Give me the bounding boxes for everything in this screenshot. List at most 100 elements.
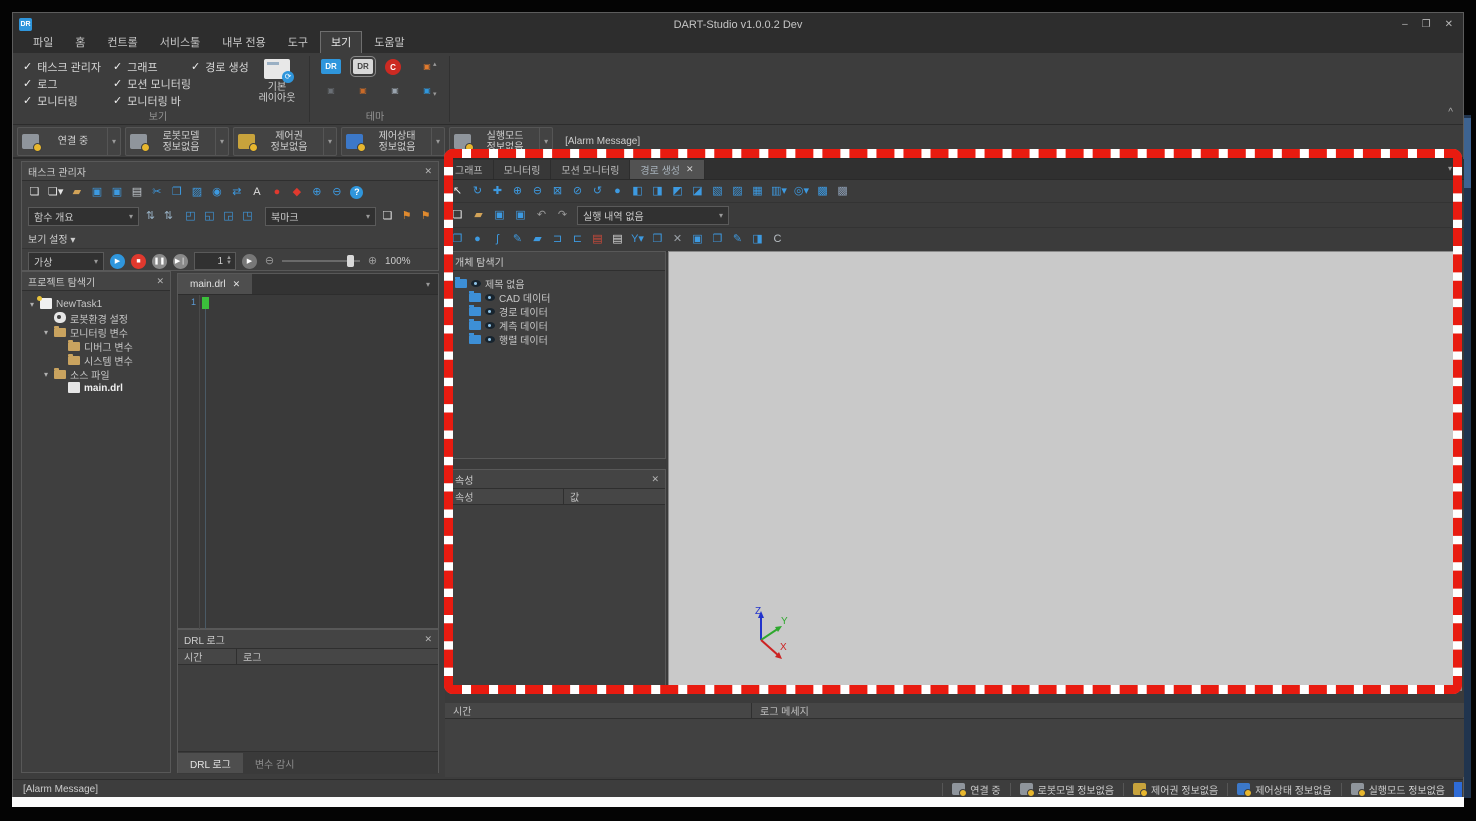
arrange-icon[interactable]: ◨ — [751, 234, 764, 245]
redo-icon[interactable]: ↷ — [556, 209, 569, 221]
default-layout-button[interactable]: 기본 레이아웃 — [251, 59, 303, 104]
view-bottom-icon[interactable]: ▨ — [731, 185, 744, 197]
menu-item[interactable]: 홈 — [65, 32, 95, 53]
status-bar-item[interactable]: 제어상태 정보없음 — [1227, 782, 1340, 797]
chevron-down-icon[interactable]: ▾ — [215, 128, 224, 155]
theme-dr-blue-icon[interactable]: DR — [321, 59, 341, 74]
view-iso-icon[interactable]: ▦ — [751, 185, 764, 197]
render-wire-icon[interactable]: ▩ — [836, 185, 849, 197]
menu-item[interactable]: 보기 — [320, 31, 363, 53]
camera-menu-icon[interactable]: ◎▾ — [794, 185, 809, 197]
viewport-3d[interactable]: Z Y X — [668, 251, 1462, 691]
save-as-icon[interactable]: ▣ — [110, 186, 123, 198]
sphere-icon[interactable]: ● — [611, 185, 624, 197]
close-icon[interactable]: ✕ — [651, 474, 659, 485]
menu-item[interactable]: 도움말 — [364, 32, 414, 53]
edge-scrollbar[interactable] — [1464, 115, 1471, 798]
pause-button[interactable]: ❚❚ — [152, 253, 167, 269]
status-bar-item[interactable]: 제어권 정보없음 — [1123, 782, 1227, 797]
bookmark-next-icon[interactable]: ⚑ — [400, 210, 413, 222]
project-tree-item[interactable]: ▾ NewTask1 — [24, 295, 168, 311]
edge-scrollbar-thumb[interactable] — [1464, 118, 1471, 188]
view-menu-icon[interactable]: ▥▾ — [771, 185, 787, 197]
chevron-down-icon[interactable]: ▾ — [323, 128, 332, 155]
robot-model-status-button[interactable]: 로봇모델 정보없음 ▾ — [125, 127, 230, 156]
panel-tab[interactable]: 그래프✕ — [445, 160, 494, 179]
object-tree-item[interactable]: 행렬 데이터 — [451, 332, 663, 347]
play-button[interactable]: ▶ — [110, 253, 125, 269]
add-breakpoint-icon[interactable]: ◰ — [184, 210, 197, 222]
view-checkbox[interactable]: ✓ 모니터링 바 — [113, 92, 191, 109]
panel-tab[interactable]: 경로 생성 ✕ — [630, 160, 705, 179]
value-column-header[interactable]: 값 — [564, 489, 579, 504]
undo-icon[interactable]: ↶ — [535, 209, 548, 221]
project-tree-item[interactable]: 로봇환경 설정 — [24, 311, 168, 326]
object-tree-item[interactable]: 제목 없음 — [451, 276, 663, 291]
add-watch-icon[interactable]: ◱ — [203, 210, 216, 222]
theme-scroll-down-icon[interactable]: ▾ — [433, 91, 437, 99]
theme-red-circle-icon[interactable]: C — [385, 59, 401, 75]
property-column-header[interactable]: 속성 — [449, 489, 564, 504]
paste-icon[interactable]: ▨ — [190, 186, 203, 198]
restore-button[interactable]: ❐ — [1422, 19, 1431, 30]
panel-tab[interactable]: 모니터링✕ — [493, 160, 552, 179]
open-folder-icon[interactable]: ▰ — [70, 186, 83, 198]
copy-icon[interactable]: ❐ — [170, 186, 183, 198]
point-icon[interactable]: ● — [471, 234, 484, 245]
view-checkbox[interactable]: ✓ 경로 생성 — [191, 58, 249, 75]
print-icon[interactable]: ▤ — [130, 186, 143, 198]
delete-icon[interactable]: ✕ — [671, 234, 684, 245]
project-tree-item[interactable]: ▾ 소스 파일 — [24, 367, 168, 382]
render-solid-icon[interactable]: ▩ — [816, 185, 829, 197]
select-cursor-icon[interactable]: ↖ — [451, 185, 464, 197]
font-icon[interactable]: A — [250, 186, 263, 198]
add-system-var-icon[interactable]: ◳ — [241, 210, 254, 222]
pen-icon[interactable]: ✎ — [511, 234, 524, 245]
run-mode-status-button[interactable]: 실행모드 정보없음 ▾ — [449, 127, 554, 156]
hide-object-icon[interactable]: ⊘ — [571, 185, 584, 197]
red-doc-icon[interactable]: ▤ — [591, 234, 604, 245]
save-icon[interactable]: ▣ — [90, 186, 103, 198]
project-tree-item[interactable]: main.drl — [24, 381, 168, 395]
control-state-status-button[interactable]: 제어상태 정보없음 ▾ — [341, 127, 446, 156]
comment-add-icon[interactable]: ⊕ — [310, 186, 323, 198]
layers-icon[interactable]: ❐ — [451, 234, 464, 245]
chevron-down-icon[interactable]: ▾ — [107, 128, 116, 155]
view-back-icon[interactable]: ◨ — [651, 185, 664, 197]
time-column-header[interactable]: 시간 — [178, 649, 237, 664]
arc-icon[interactable]: C — [771, 234, 784, 245]
pan-icon[interactable]: ✚ — [491, 185, 504, 197]
chevron-down-icon[interactable]: ▾ — [539, 128, 548, 155]
connection-status-button[interactable]: 연결 중 ▾ — [17, 127, 122, 156]
add-debug-var-icon[interactable]: ◲ — [222, 210, 235, 222]
view-left-icon[interactable]: ◩ — [671, 185, 684, 197]
view-right-icon[interactable]: ◪ — [691, 185, 704, 197]
eye-icon[interactable] — [471, 279, 481, 287]
project-tree-item[interactable]: 디버그 변수 — [24, 339, 168, 354]
menu-item[interactable]: 도구 — [278, 32, 318, 53]
copy-object-icon[interactable]: ❐ — [711, 234, 724, 245]
extrude-icon[interactable]: ⊐ — [551, 234, 564, 245]
project-tree-item[interactable]: ▾ 모니터링 변수 — [24, 325, 168, 340]
object-tree-item[interactable]: CAD 데이터 — [451, 290, 663, 305]
theme-cube-darkorange-icon[interactable]: ▣ — [353, 83, 373, 98]
close-icon[interactable]: ✕ — [424, 634, 432, 645]
filter-menu-icon[interactable]: Y▾ — [631, 234, 644, 245]
code-editor[interactable]: 1 — [178, 295, 438, 629]
close-icon[interactable]: ✕ — [686, 164, 694, 175]
status-bar-item[interactable]: 실행모드 정보없음 — [1340, 782, 1454, 797]
edit-icon[interactable]: ✎ — [731, 234, 744, 245]
group-folder-icon[interactable]: ▰ — [531, 234, 544, 245]
capture-icon[interactable]: ▣ — [691, 234, 704, 245]
eye-icon[interactable] — [485, 307, 495, 315]
panel-tab[interactable]: 모션 모니터링✕ — [551, 160, 631, 179]
view-checkbox[interactable]: ✓ 로그 — [23, 75, 101, 92]
view-settings-button[interactable]: 보기 설정 ▾ — [28, 231, 75, 246]
step-button[interactable]: ▶❘ — [173, 253, 188, 269]
eye-icon[interactable] — [485, 335, 495, 343]
bookmark-combo[interactable]: 북마크 ▾ — [265, 206, 376, 226]
zoom-out-icon[interactable]: ⊖ — [531, 185, 544, 197]
path-new-icon[interactable]: ❏ — [451, 209, 464, 221]
collapse-ribbon-icon[interactable]: ^ — [1448, 107, 1453, 118]
zoom-in-icon[interactable]: ⊕ — [511, 185, 524, 197]
